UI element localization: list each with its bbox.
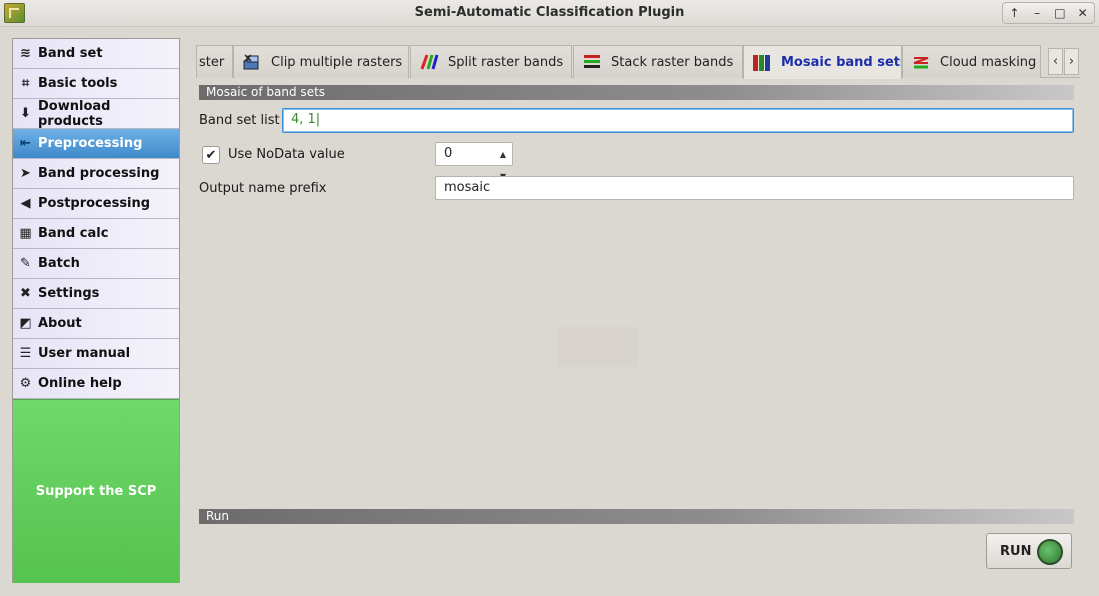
tab-label: Stack raster bands [611, 54, 734, 70]
sidebar-item-label: Band calc [38, 226, 109, 241]
settings-icon: ✖ [20, 286, 31, 301]
background-artifact [558, 327, 638, 367]
tab-mosaic-band-sets[interactable]: Mosaic band sets [743, 45, 902, 79]
run-button-label: RUN [1000, 543, 1032, 559]
tab-label: Cloud masking [940, 54, 1037, 70]
band-set-icon: ≋ [20, 46, 31, 61]
chevron-up-icon[interactable]: ▲ [500, 144, 506, 166]
sidebar-item-about[interactable]: ◩ About [13, 309, 179, 339]
tab-bar: ster Clip multiple rasters Split raster … [196, 45, 1080, 79]
sidebar-item-label: Settings [38, 286, 100, 301]
sidebar-item-label: Postprocessing [38, 196, 151, 211]
mosaic-icon [752, 53, 772, 73]
sidebar-item-label: About [38, 316, 82, 331]
sidebar-item-label: Band set [38, 46, 103, 61]
manual-icon: ☰ [19, 346, 32, 361]
sidebar-item-postprocessing[interactable]: ◀ Postprocessing [13, 189, 179, 219]
minimize-icon[interactable]: – [1027, 6, 1047, 20]
tab-label: Clip multiple rasters [271, 54, 403, 70]
section-header-mosaic: Mosaic of band sets [199, 85, 1074, 100]
band-set-list-input[interactable]: 4, 1| [282, 108, 1074, 133]
preprocessing-icon: ⇤ [20, 136, 31, 151]
output-prefix-input[interactable]: mosaic [435, 176, 1074, 200]
sidebar-item-label: Band processing [38, 166, 160, 181]
sidebar-item-band-set[interactable]: ≋ Band set [13, 39, 179, 69]
use-nodata-label: Use NoData value [228, 147, 345, 162]
maximize-icon[interactable]: □ [1050, 6, 1070, 20]
sidebar-item-online-help[interactable]: ⚙ Online help [13, 369, 179, 399]
tab-stack-raster-bands[interactable]: Stack raster bands [573, 45, 743, 78]
sidebar-item-label: Online help [38, 376, 122, 391]
tab-scroll-right-icon[interactable]: › [1064, 48, 1079, 75]
sidebar-item-basic-tools[interactable]: ⌗ Basic tools [13, 69, 179, 99]
output-prefix-label: Output name prefix [199, 181, 327, 196]
sidebar-item-label: Download products [38, 98, 111, 129]
sidebar-item-batch[interactable]: ✎ Batch [13, 249, 179, 279]
calculator-icon: ▦ [19, 226, 32, 241]
postprocessing-icon: ◀ [20, 196, 31, 211]
section-header-run: Run [199, 509, 1074, 524]
sidebar-item-label: Batch [38, 256, 80, 271]
about-icon: ◩ [19, 316, 32, 331]
nodata-value: 0 [444, 146, 453, 161]
band-set-list-label: Band set list [199, 113, 280, 128]
keep-above-icon[interactable]: ↑ [1004, 6, 1024, 20]
close-icon[interactable]: ✕ [1073, 6, 1093, 20]
clip-raster-icon [242, 52, 262, 72]
sidebar-item-label: Basic tools [38, 76, 118, 91]
sidebar-item-band-processing[interactable]: ➤ Band processing [13, 159, 179, 189]
help-icon: ⚙ [19, 376, 32, 391]
tab-label: ster [199, 54, 225, 70]
sidebar-item-settings[interactable]: ✖ Settings [13, 279, 179, 309]
sidebar-item-band-calc[interactable]: ▦ Band calc [13, 219, 179, 249]
tab-clip-multiple-rasters[interactable]: Clip multiple rasters [233, 45, 409, 78]
tab-previous-partial[interactable]: ster [196, 45, 233, 78]
tab-label: Split raster bands [448, 54, 564, 70]
cloud-mask-icon [911, 52, 931, 72]
sidebar-item-preprocessing[interactable]: ⇤ Preprocessing [13, 129, 179, 159]
band-processing-icon: ➤ [20, 166, 31, 181]
run-icon [1037, 539, 1063, 565]
tab-label: Mosaic band sets [781, 55, 902, 70]
support-the-scp-button[interactable]: Support the SCP [13, 399, 179, 583]
sidebar-item-label: User manual [38, 346, 131, 361]
sidebar-item-user-manual[interactable]: ☰ User manual [13, 339, 179, 369]
tab-split-raster-bands[interactable]: Split raster bands [410, 45, 572, 78]
download-icon: ⬇ [20, 106, 31, 121]
sidebar: ≋ Band set ⌗ Basic tools ⬇ Download prod… [12, 38, 180, 583]
use-nodata-checkbox[interactable]: ✔ [202, 146, 220, 164]
title-bar: Semi-Automatic Classification Plugin ↑ –… [0, 0, 1099, 27]
sidebar-item-label: Preprocessing [38, 136, 143, 151]
run-button[interactable]: RUN [986, 533, 1072, 569]
stack-bands-icon [582, 52, 602, 72]
nodata-value-spinbox[interactable]: 0 ▲ ▼ [435, 142, 513, 181]
tab-cloud-masking[interactable]: Cloud masking [902, 45, 1041, 78]
window-title: Semi-Automatic Classification Plugin [414, 5, 685, 20]
basic-tools-icon: ⌗ [21, 76, 30, 91]
spin-arrows[interactable]: ▲ ▼ [496, 144, 510, 181]
window-controls: ↑ – □ ✕ [1002, 2, 1095, 24]
batch-icon: ✎ [20, 256, 31, 271]
split-bands-icon [419, 52, 439, 72]
sidebar-item-download-products[interactable]: ⬇ Download products [13, 99, 179, 129]
tab-scroll-left-icon[interactable]: ‹ [1048, 48, 1063, 75]
